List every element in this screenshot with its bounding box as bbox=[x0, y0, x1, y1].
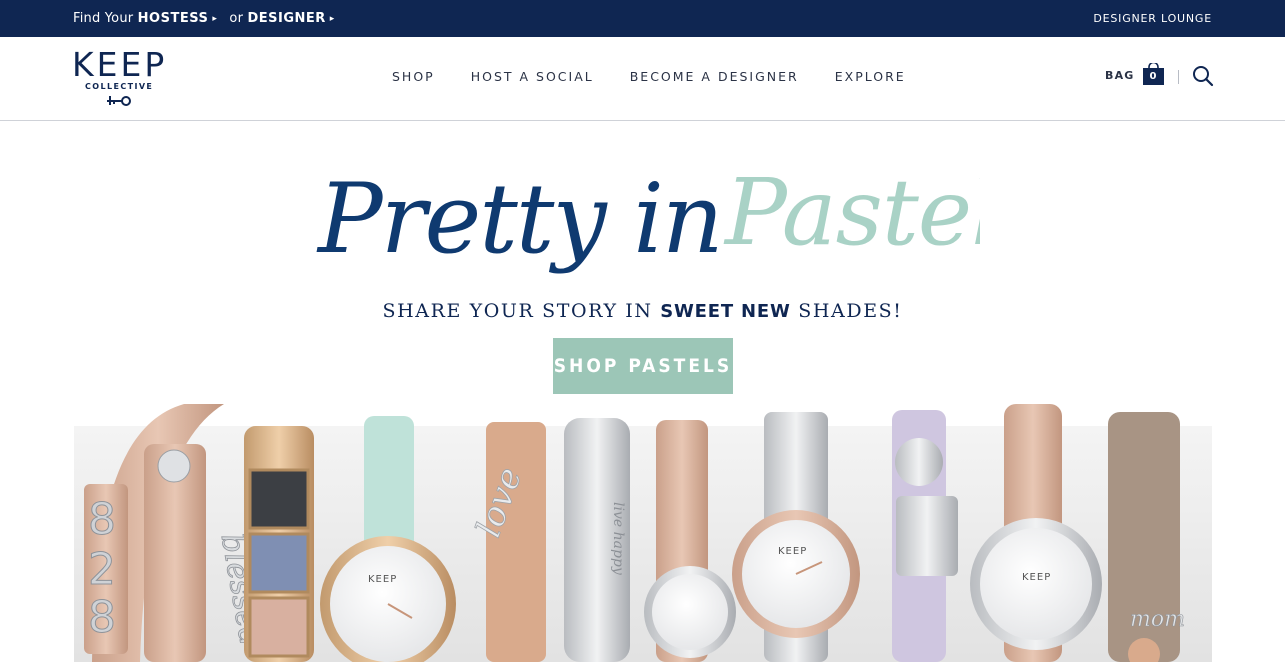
main-nav: SHOP HOST A SOCIAL BECOME A DESIGNER EXP… bbox=[392, 69, 942, 84]
find-links: Find Your HOSTESS ▸ or DESIGNER ▸ bbox=[73, 11, 343, 26]
svg-text:KEEP: KEEP bbox=[1022, 572, 1051, 583]
top-utility-bar: Find Your HOSTESS ▸ or DESIGNER ▸ DESIGNER… bbox=[0, 0, 1285, 37]
find-hostess-link[interactable]: HOSTESS ▸ bbox=[138, 11, 225, 26]
nav-shop[interactable]: SHOP bbox=[392, 69, 435, 84]
nav-host-a-social[interactable]: HOST A SOCIAL bbox=[471, 69, 594, 84]
hero-tagline: SHARE YOUR STORY IN SWEET NEW SHADES! bbox=[382, 300, 903, 322]
bag-button[interactable]: BAG 0 bbox=[1105, 63, 1164, 85]
bangle-live-happy: live happy bbox=[564, 418, 630, 662]
bracelet-gold-stones bbox=[244, 426, 314, 662]
bag-count: 0 bbox=[1142, 68, 1164, 85]
find-prefix: Find Your bbox=[73, 11, 134, 26]
or-text: or bbox=[229, 11, 244, 26]
svg-text:8: 8 bbox=[88, 592, 116, 643]
search-icon[interactable] bbox=[1192, 65, 1214, 87]
svg-text:2: 2 bbox=[88, 544, 116, 595]
hero-title: Pretty in Pastel bbox=[316, 159, 980, 275]
designer-lounge-link[interactable]: DESIGNER LOUNGE bbox=[1093, 12, 1212, 25]
header-divider bbox=[1178, 70, 1179, 84]
shop-pastels-button[interactable]: SHOP PASTELS bbox=[553, 338, 733, 394]
svg-text:8: 8 bbox=[88, 494, 116, 545]
logo-sub: COLLECTIVE bbox=[85, 82, 154, 91]
svg-text:KEEP: KEEP bbox=[778, 546, 807, 557]
main-header: KEEP COLLECTIVE SHOP HOST A SOCIAL BECOM… bbox=[0, 37, 1285, 121]
nav-explore[interactable]: EXPLORE bbox=[835, 69, 906, 84]
hero-title-part2: Pastel bbox=[723, 159, 980, 266]
keep-collective-logo[interactable]: KEEP COLLECTIVE bbox=[72, 45, 168, 109]
shopping-bag-icon: 0 bbox=[1142, 63, 1164, 85]
find-designer-link[interactable]: DESIGNER ▸ bbox=[247, 11, 342, 26]
svg-text:live happy: live happy bbox=[610, 502, 626, 576]
svg-text:mom: mom bbox=[1130, 607, 1185, 632]
logo-word: KEEP bbox=[72, 45, 168, 84]
key-icon bbox=[107, 96, 131, 106]
product-lineup-image[interactable]: 8 2 8 blessed KEEP love live happy KEEP … bbox=[74, 404, 1212, 662]
bracelet-mom: mom bbox=[1108, 412, 1185, 662]
hero-title-part1: Pretty in bbox=[316, 163, 722, 275]
bag-label: BAG bbox=[1105, 69, 1135, 82]
nav-become-a-designer[interactable]: BECOME A DESIGNER bbox=[630, 69, 799, 84]
svg-text:KEEP: KEEP bbox=[368, 574, 397, 585]
